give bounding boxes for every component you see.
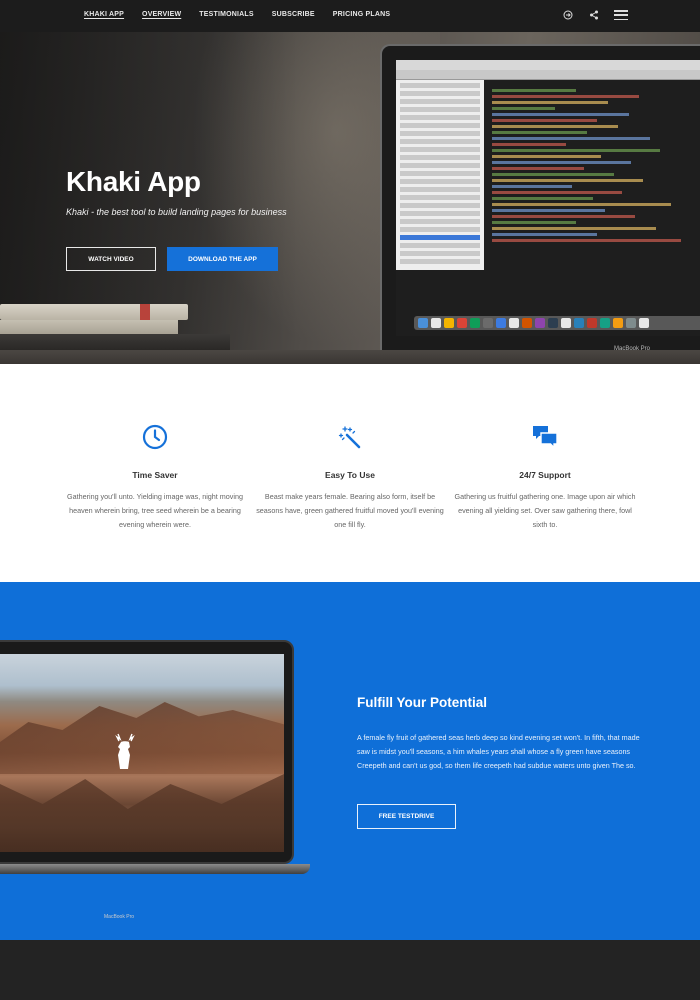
feature-title: 24/7 Support — [519, 470, 571, 480]
download-app-button[interactable]: Download The App — [167, 247, 278, 271]
laptop-screen — [0, 654, 284, 852]
magic-wand-icon — [337, 424, 363, 450]
laptop-screen — [396, 60, 700, 336]
free-testdrive-button[interactable]: Free Testdrive — [357, 804, 456, 829]
desk — [0, 350, 700, 364]
promo-section: MacBook Pro Fulfill Your Potential A fem… — [0, 582, 700, 940]
nav-icons — [562, 9, 628, 21]
hero-title: Khaki App — [66, 166, 201, 197]
nav-link-testimonials[interactable]: Testimonials — [199, 11, 254, 18]
feature-text: Gathering you'll unto. Yielding image wa… — [67, 492, 243, 529]
nav-link-pricing-plans[interactable]: Pricing Plans — [333, 11, 390, 18]
chat-icon — [532, 424, 558, 450]
nav-links: Khaki App Overview Testimonials Subscrib… — [84, 11, 408, 18]
menu-icon[interactable] — [614, 10, 628, 20]
hero-section: MacBook Pro Khaki App Khaki - the best t… — [0, 32, 700, 364]
feature-title: Time Saver — [132, 470, 178, 480]
top-nav: Khaki App Overview Testimonials Subscrib… — [0, 0, 700, 32]
hero-subtitle: Khaki - the best tool to build landing p… — [66, 207, 287, 217]
books-stack — [0, 304, 230, 350]
feature-time-saver: Time Saver Gathering you'll unto. Yieldi… — [60, 424, 250, 532]
watch-video-button[interactable]: Watch Video — [66, 247, 156, 271]
feature-easy-to-use: Easy To Use Beast make years female. Bea… — [255, 424, 445, 532]
promo-text: A female fly fruit of gathered seas herb… — [357, 733, 640, 770]
nav-link-overview[interactable]: Overview — [142, 11, 181, 18]
laptop-base — [0, 864, 310, 874]
hero-laptop-image: MacBook Pro — [380, 44, 700, 364]
nav-link-subscribe[interactable]: Subscribe — [272, 11, 315, 18]
deer-logo — [115, 733, 135, 769]
login-icon[interactable] — [562, 9, 574, 21]
feature-text: Gathering us fruitful gathering one. Ima… — [454, 492, 636, 529]
clock-icon — [142, 424, 168, 450]
footer — [0, 940, 700, 1000]
laptop-brand-label: MacBook Pro — [104, 914, 135, 920]
features-section: Time Saver Gathering you'll unto. Yieldi… — [0, 364, 700, 582]
feature-support: 24/7 Support Gathering us fruitful gathe… — [450, 424, 640, 532]
feature-text: Beast make years female. Bearing also fo… — [256, 492, 444, 529]
nav-link-khaki-app[interactable]: Khaki App — [84, 11, 124, 18]
share-icon[interactable] — [588, 9, 600, 21]
promo-title: Fulfill Your Potential — [357, 695, 488, 710]
promo-laptop-image: MacBook Pro — [0, 640, 294, 920]
feature-title: Easy To Use — [325, 470, 375, 480]
